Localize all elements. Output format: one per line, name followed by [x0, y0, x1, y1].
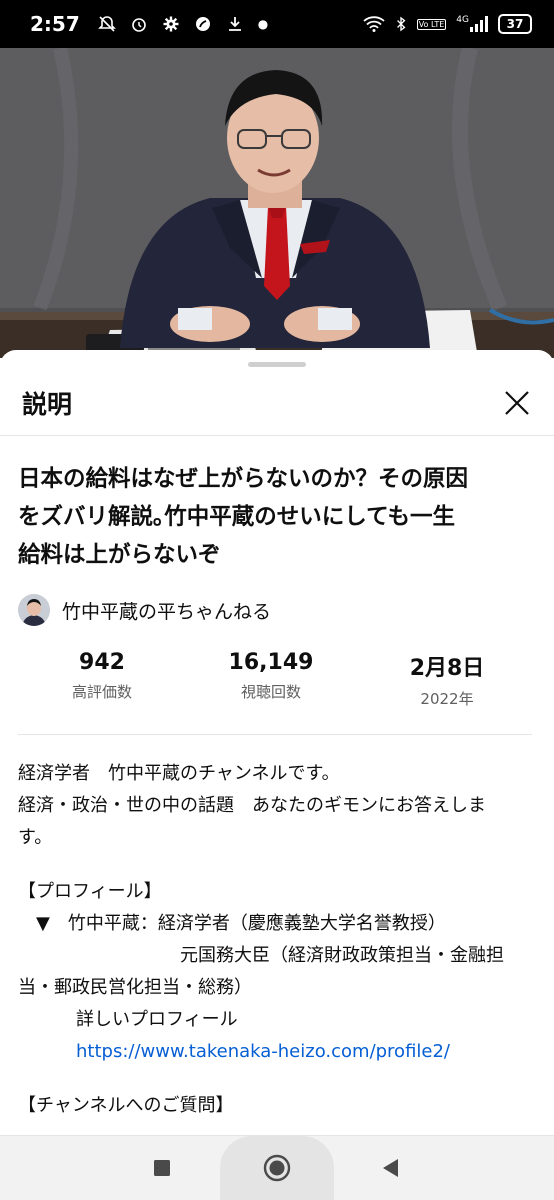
cast-app-icon — [195, 17, 210, 31]
likes-label: 高評価数 — [71, 683, 132, 701]
description-line: す。 — [18, 827, 53, 848]
profile-line: 詳しいプロフィール — [76, 1009, 238, 1030]
profile-link[interactable]: https://www.takenaka-heizo.com/profile2/ — [76, 1041, 450, 1062]
channel-link[interactable]: 竹中平蔵の平ちゃんねる — [18, 594, 271, 626]
channel-avatar[interactable] — [18, 594, 50, 626]
video-player[interactable] — [0, 48, 554, 358]
status-bar: 2:57 ● Vo LTE 4G 37 — [0, 0, 554, 48]
status-icons-left: ● — [97, 15, 269, 33]
more-dot-icon: ● — [257, 17, 269, 31]
profile-line: ▼ 竹中平蔵：経済学者（慶應義塾大学名誉教授） — [36, 913, 446, 934]
avatar-portrait-icon — [18, 594, 50, 626]
description-body: 経済学者 竹中平蔵のチャンネルです。 経済・政治・世の中の話題 あなたのギモンに… — [18, 758, 538, 1122]
alarm-icon — [131, 18, 146, 32]
bluetooth-icon — [396, 16, 406, 32]
views-label: 視聴回数 — [240, 683, 301, 701]
home-icon[interactable] — [263, 1154, 291, 1182]
drag-handle[interactable] — [248, 362, 306, 367]
system-nav-bar — [0, 1135, 554, 1200]
recents-icon[interactable] — [152, 1158, 172, 1178]
description-line: 経済学者 竹中平蔵のチャンネルです。 — [18, 763, 340, 784]
network-type: 4G — [456, 16, 488, 32]
wifi-icon — [363, 16, 385, 32]
volte-icon: Vo LTE — [416, 18, 447, 30]
battery-icon: 37 — [498, 14, 532, 34]
date-stat: 2月8日 2022年 — [377, 650, 517, 709]
video-title-line: をズバリ解説｡竹中平蔵のせいにしても一生 — [18, 504, 455, 530]
likes-stat: 942 高評価数 — [32, 650, 172, 702]
sheet-header: 説明 — [0, 370, 554, 436]
sheet-title: 説明 — [22, 389, 73, 419]
stats-row: 942 高評価数 16,149 視聴回数 2月8日 2022年 — [0, 650, 554, 720]
video-title-line: 日本の給料はなぜ上がらないのか？その原因 — [18, 466, 469, 492]
description-sheet: 説明 日本の給料はなぜ上がらないのか？その原因 をズバリ解説｡竹中平蔵のせいにし… — [0, 350, 554, 1135]
profile-heading: 【プロフィール】 — [18, 881, 162, 902]
signal-strength-icon — [470, 16, 488, 32]
status-time: 2:57 — [30, 12, 80, 36]
views-stat: 16,149 視聴回数 — [201, 650, 341, 702]
profile-line: 当・郵政民営化担当・総務） — [18, 977, 252, 998]
date-value: 2月8日 — [409, 656, 485, 681]
status-icons-right: Vo LTE 4G 37 — [363, 14, 532, 34]
video-title: 日本の給料はなぜ上がらないのか？その原因 をズバリ解説｡竹中平蔵のせいにしても一… — [18, 460, 538, 574]
profile-line: 元国務大臣（経済財政政策担当・金融担 — [180, 945, 504, 966]
video-title-line: 給料は上がらないぞ — [18, 542, 221, 568]
settings-gear-icon — [163, 16, 179, 32]
questions-heading: 【チャンネルへのご質問】 — [18, 1095, 234, 1116]
channel-name[interactable]: 竹中平蔵の平ちゃんねる — [62, 597, 271, 624]
description-line: 経済・政治・世の中の話題 あなたのギモンにお答えしま — [18, 795, 486, 816]
download-icon — [228, 17, 241, 31]
close-icon[interactable] — [502, 388, 532, 418]
back-icon[interactable] — [380, 1157, 400, 1179]
likes-value: 942 — [79, 650, 125, 675]
date-label: 2022年 — [420, 690, 474, 708]
notifications-off-icon — [97, 16, 116, 32]
views-value: 16,149 — [228, 650, 314, 675]
video-frame — [0, 48, 554, 358]
divider — [18, 734, 532, 735]
